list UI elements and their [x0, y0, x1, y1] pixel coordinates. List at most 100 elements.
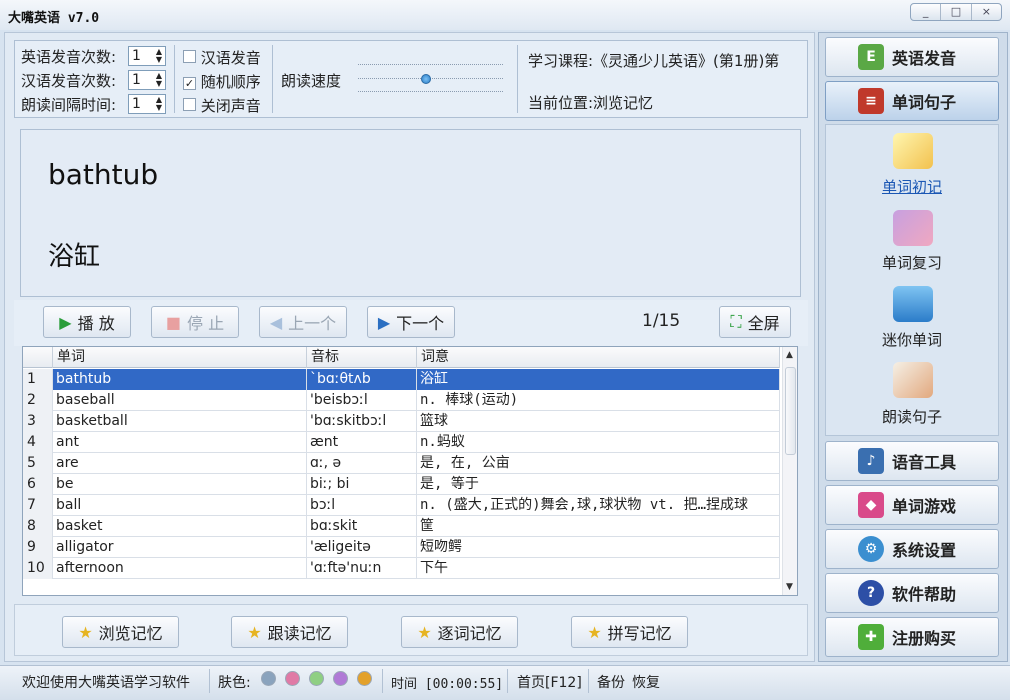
table-row[interactable]: 9 alligator'æligeitə 短吻鳄 [23, 537, 780, 558]
col-ipa[interactable]: 音标 [307, 347, 417, 368]
word-counter: 1/15 [642, 311, 681, 331]
word-by-word-button[interactable]: ★ 逐词记忆 [401, 616, 518, 648]
skin-label: 肤色: [218, 675, 251, 691]
monitor-icon[interactable] [893, 286, 933, 322]
skin-swatch[interactable] [285, 671, 300, 686]
restore-link[interactable]: 恢复 [632, 672, 660, 692]
browse-memory-button[interactable]: ★ 浏览记忆 [62, 616, 179, 648]
en-times-stepper[interactable]: 1 ▲ ▼ [128, 46, 166, 66]
next-button[interactable]: ▶ 下一个 [367, 306, 455, 338]
cn-times-stepper[interactable]: 1 ▲ ▼ [128, 70, 166, 90]
meaning-cell: 浴缸 [417, 369, 780, 390]
book-icon: E [858, 44, 884, 70]
backup-link[interactable]: 备份 [597, 672, 625, 692]
welcome-text: 欢迎使用大嘴英语学习软件 [22, 675, 190, 691]
sidebar-label: 单词游戏 [892, 497, 957, 516]
reading-book-icon[interactable] [893, 362, 933, 398]
close-button[interactable]: × [972, 4, 1001, 20]
table-row[interactable]: 4 ant ænt n.蚂蚁 [23, 432, 780, 453]
row-number: 1 [23, 369, 53, 390]
word-table: 单词 音标 词意 1 bathtub `bɑːθtʌb 浴缸 2 baseball'bei… [22, 346, 798, 596]
books-icon: ≡ [858, 88, 884, 114]
window-controls: _ □ × [910, 3, 1002, 21]
table-row[interactable]: 3 basketball'bɑːskitbɔːl 篮球 [23, 411, 780, 432]
table-row[interactable]: 6 be biː; bi 是, 等于 [23, 474, 780, 495]
review-books-icon[interactable] [893, 210, 933, 246]
interval-label: 朗读间隔时间: [21, 96, 117, 114]
sidebar-word-games[interactable]: ◆ 单词游戏 [825, 485, 999, 525]
minimize-button[interactable]: _ [911, 4, 942, 20]
chinese-pron-checkbox[interactable]: 汉语发音 [183, 47, 261, 68]
ipa-cell: ɑː, ə [307, 453, 417, 474]
fullscreen-button[interactable]: ⛶ 全屏 [719, 306, 791, 338]
stop-button[interactable]: ■ 停 止 [151, 306, 239, 338]
ipa-cell: 'ɑːftə'nuːn [307, 558, 417, 579]
game-blocks-icon: ◆ [858, 492, 884, 518]
play-button[interactable]: ▶ 播 放 [43, 306, 131, 338]
word-by-word-label: 逐词记忆 [437, 624, 502, 643]
meaning-cell: n. (盛大,正式的)舞会,球,球状物 vt. 把…捏成球 [417, 495, 780, 516]
speed-slider[interactable] [358, 60, 503, 94]
table-row[interactable]: 8 basket bɑːskit 筐 [23, 516, 780, 537]
meaning-cell: 筐 [417, 516, 780, 537]
sub-item-mini-words[interactable]: 迷你单词 [825, 329, 999, 350]
sidebar-voice-tools[interactable]: ♪ 语音工具 [825, 441, 999, 481]
checkbox-label: 关闭声音 [200, 97, 261, 115]
table-row[interactable]: 5 are ɑː, ə 是, 在, 公亩 [23, 453, 780, 474]
col-meaning[interactable]: 词意 [417, 347, 780, 368]
course-label: 学习课程:《灵通少儿英语》(第1册)第 [528, 52, 780, 70]
table-row[interactable]: 7 ball bɔːl n. (盛大,正式的)舞会,球,球状物 vt. 把…捏成球 [23, 495, 780, 516]
stepper-arrows-icon: ▲ ▼ [155, 71, 162, 88]
table-row[interactable]: 1 bathtub `bɑːθtʌb 浴缸 [23, 369, 780, 390]
follow-memory-button[interactable]: ★ 跟读记忆 [231, 616, 348, 648]
open-book-icon[interactable] [893, 133, 933, 169]
next-label: 下一个 [396, 314, 445, 333]
scrollbar-thumb[interactable] [785, 367, 796, 455]
interval-value: 1 [132, 96, 141, 112]
sidebar-help[interactable]: ? 软件帮助 [825, 573, 999, 613]
sub-item-review[interactable]: 单词复习 [825, 252, 999, 273]
table-row[interactable]: 2 baseball'beisbɔːl n. 棒球(运动) [23, 390, 780, 411]
skin-swatch[interactable] [357, 671, 372, 686]
slider-thumb[interactable] [421, 74, 432, 84]
sidebar-settings[interactable]: ⚙ 系统设置 [825, 529, 999, 569]
stepper-arrows-icon: ▲ ▼ [155, 47, 162, 64]
scroll-up-icon[interactable]: ▲ [786, 350, 793, 360]
meaning-cell: 是, 在, 公亩 [417, 453, 780, 474]
star-icon: ★ [587, 622, 602, 642]
sidebar-label: 语音工具 [892, 453, 957, 472]
mute-checkbox[interactable]: 关闭声音 [183, 95, 261, 116]
row-number-header [23, 347, 53, 368]
word-cell: be [53, 474, 307, 495]
meaning-cell: 是, 等于 [417, 474, 780, 495]
sidebar-english-pron[interactable]: E 英语发音 [825, 37, 999, 77]
interval-stepper[interactable]: 1 ▲ ▼ [128, 94, 166, 114]
word-cell: basket [53, 516, 307, 537]
ipa-cell: biː; bi [307, 474, 417, 495]
home-link[interactable]: 首页[F12] [517, 672, 582, 692]
skin-swatch[interactable] [261, 671, 276, 686]
current-meaning: 浴缸 [48, 242, 101, 272]
prev-button[interactable]: ◀ 上一个 [259, 306, 347, 338]
meaning-cell: 短吻鳄 [417, 537, 780, 558]
sub-item-first-learn[interactable]: 单词初记 [825, 176, 999, 197]
title-bar [0, 0, 1010, 30]
skin-swatch[interactable] [333, 671, 348, 686]
col-word[interactable]: 单词 [53, 347, 307, 368]
browse-memory-label: 浏览记忆 [98, 624, 163, 643]
table-scrollbar[interactable]: ▲ ▼ [782, 347, 797, 595]
sidebar-word-sentence[interactable]: ≡ 单词句子 [825, 81, 999, 121]
play-icon: ▶ [59, 312, 72, 332]
skin-swatch[interactable] [309, 671, 324, 686]
word-cell: bathtub [53, 369, 307, 390]
scroll-down-icon[interactable]: ▼ [786, 582, 793, 592]
spelling-memory-button[interactable]: ★ 拼写记忆 [571, 616, 688, 648]
slider-track-bottom [358, 91, 503, 92]
random-order-checkbox[interactable]: ✓ 随机顺序 [183, 71, 261, 92]
fullscreen-label: 全屏 [747, 314, 780, 333]
maximize-button[interactable]: □ [941, 4, 972, 20]
sub-item-read-sentences[interactable]: 朗读句子 [825, 406, 999, 427]
sidebar-register[interactable]: ✚ 注册购买 [825, 617, 999, 657]
table-row[interactable]: 10 afternoon'ɑːftə'nuːn 下午 [23, 558, 780, 579]
stepper-arrows-icon: ▲ ▼ [155, 95, 162, 112]
